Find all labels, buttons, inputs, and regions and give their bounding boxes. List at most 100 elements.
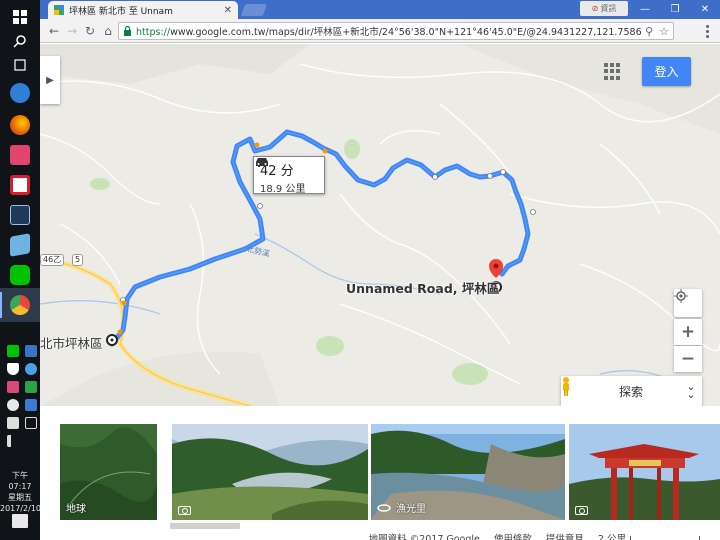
close-tab-icon[interactable]: ✕ [224,5,232,16]
road-badge: 5 [72,254,84,266]
network-icon[interactable] [25,417,37,429]
tab-title: 坪林區 新北市 至 Unnam [69,6,173,17]
browser-window: 坪林區 新北市 至 Unnam ✕ ⊘ 資訊 — ❐ ✕ ← → ↻ ⌂ htt… [40,0,720,540]
side-panel-toggle[interactable]: ▶ [40,56,60,104]
taskbar-edge[interactable] [0,76,40,110]
photo-thumbnail[interactable] [172,424,368,520]
home-button[interactable]: ⌂ [100,23,116,39]
imagery-strip: 地球 漁光里 地圖資料 ©2017 Google 使用條款 提供意見 2 公里 [40,406,720,540]
strip-scrollbar[interactable] [170,523,240,529]
url-text: https://www.google.com.tw/maps/dir/坪林區+新… [136,27,642,38]
app-book-icon [10,233,30,257]
taskbar-chrome[interactable] [0,288,40,322]
photo-360-thumbnail[interactable]: 漁光里 [371,424,565,520]
maps-favicon-icon [54,5,64,15]
forward-button[interactable]: → [64,23,80,39]
sync-icon[interactable] [25,363,37,375]
map-canvas[interactable]: ▶ 登入 42 分 18.9 公里 Unnamed Road, 坪林區 北市坪林… [40,44,720,406]
chrome-icon [10,295,30,315]
park-area [90,178,110,190]
panorama-360-icon [377,503,391,512]
tray-app-icon[interactable] [25,345,37,357]
volume-icon[interactable] [7,435,19,447]
car-icon [256,158,268,167]
taskbar-clock[interactable]: 下午 07:17 星期五 2017/2/10 [0,470,42,514]
road-badge: 46乙 [40,254,65,266]
taskbar-lightroom[interactable] [0,198,40,232]
screen: 下午 07:17 星期五 2017/2/10 坪林區 新北市 至 Unnam ✕… [0,0,720,540]
reload-button[interactable]: ↻ [82,23,98,39]
tab-strip: 坪林區 新北市 至 Unnam ✕ ⊘ 資訊 — ❐ ✕ [40,0,720,19]
photo-thumbnail[interactable] [569,424,720,520]
zoom-in-button[interactable]: + [674,319,702,345]
route-info-card[interactable]: 42 分 18.9 公里 [253,156,325,195]
clock-time: 下午 07:17 [8,471,32,491]
taskbar-firefox[interactable] [0,108,40,142]
browser-tab[interactable]: 坪林區 新北市 至 Unnam ✕ [48,1,238,19]
no-camera-icon: ⊘ [591,4,599,13]
windows-logo-icon [13,10,27,24]
taskbar-app-pink[interactable] [0,138,40,172]
browser-toolbar: ← → ↻ ⌂ https://www.google.com.tw/maps/d… [40,19,720,43]
explore-label: 探索 [619,384,644,399]
minimize-button[interactable]: — [630,0,660,19]
search-icon[interactable]: ⚲ [645,25,653,38]
new-tab-button[interactable] [240,4,268,16]
chevron-down-icon[interactable]: ⌄ ⌄ [680,381,702,400]
scale-bar [630,535,700,540]
tray-puzzle-icon[interactable] [7,381,19,393]
address-bar[interactable]: https://www.google.com.tw/maps/dir/坪林區+新… [118,22,674,40]
taskbar-app-red[interactable] [0,168,40,202]
route-distance: 18.9 公里 [260,184,306,195]
zoom-out-button[interactable]: − [674,346,702,372]
lock-icon [124,26,131,36]
browser-menu-button[interactable] [700,23,714,39]
camera-icon [178,506,191,515]
back-button[interactable]: ← [46,23,62,39]
photo-caption: 漁光里 [377,500,426,515]
park-area [452,363,488,385]
system-tray [0,345,40,447]
camera-icon [575,506,588,515]
firefox-icon [10,115,30,135]
action-center-icon[interactable] [12,514,28,528]
taskbar-line[interactable] [0,258,40,292]
maximize-button[interactable]: ❐ [660,0,690,19]
profile-button[interactable]: ⊘ 資訊 [580,1,628,16]
shield-icon[interactable] [7,363,19,375]
lightroom-icon [10,205,30,225]
google-apps-icon[interactable] [604,63,621,80]
river-valley-photo [172,424,368,520]
satellite-thumbnail[interactable]: 地球 [60,424,157,520]
origin-label[interactable]: 北市坪林區 [40,333,103,352]
map-data-attribution: 地圖資料 ©2017 Google [368,534,480,540]
photo-caption [178,506,196,515]
app-pink-icon [10,145,30,165]
pegman-button[interactable] [561,376,589,406]
bookmark-star-icon[interactable]: ☆ [659,25,669,38]
pegman-icon [563,377,569,396]
park-area [316,336,344,356]
map-scale[interactable]: 2 公里 [598,531,700,540]
app-red-icon [10,175,30,195]
power-icon[interactable] [7,417,19,429]
edge-icon [10,83,30,103]
tray-green-icon[interactable] [25,381,37,393]
photo-caption: 地球 [66,504,86,515]
sign-in-button[interactable]: 登入 [642,57,691,86]
explore-panel[interactable]: 探索 ⌄ ⌄ [561,376,702,406]
my-location-button[interactable] [674,289,702,317]
taskbar-app-book[interactable] [0,228,40,262]
feedback-link[interactable]: 提供意見 [546,531,584,540]
cloud-icon[interactable] [7,399,19,411]
close-window-button[interactable]: ✕ [690,0,720,19]
task-view-icon [14,59,26,71]
clock-date: 2017/2/10 [0,504,42,513]
park-area [344,139,360,159]
bluetooth-icon[interactable] [25,399,37,411]
line-tray-icon[interactable] [7,345,19,357]
windows-taskbar: 下午 07:17 星期五 2017/2/10 [0,0,42,540]
destination-label[interactable]: Unnamed Road, 坪林區 [346,278,499,297]
clock-day: 星期五 [8,493,32,502]
terms-link[interactable]: 使用條款 [494,531,532,540]
